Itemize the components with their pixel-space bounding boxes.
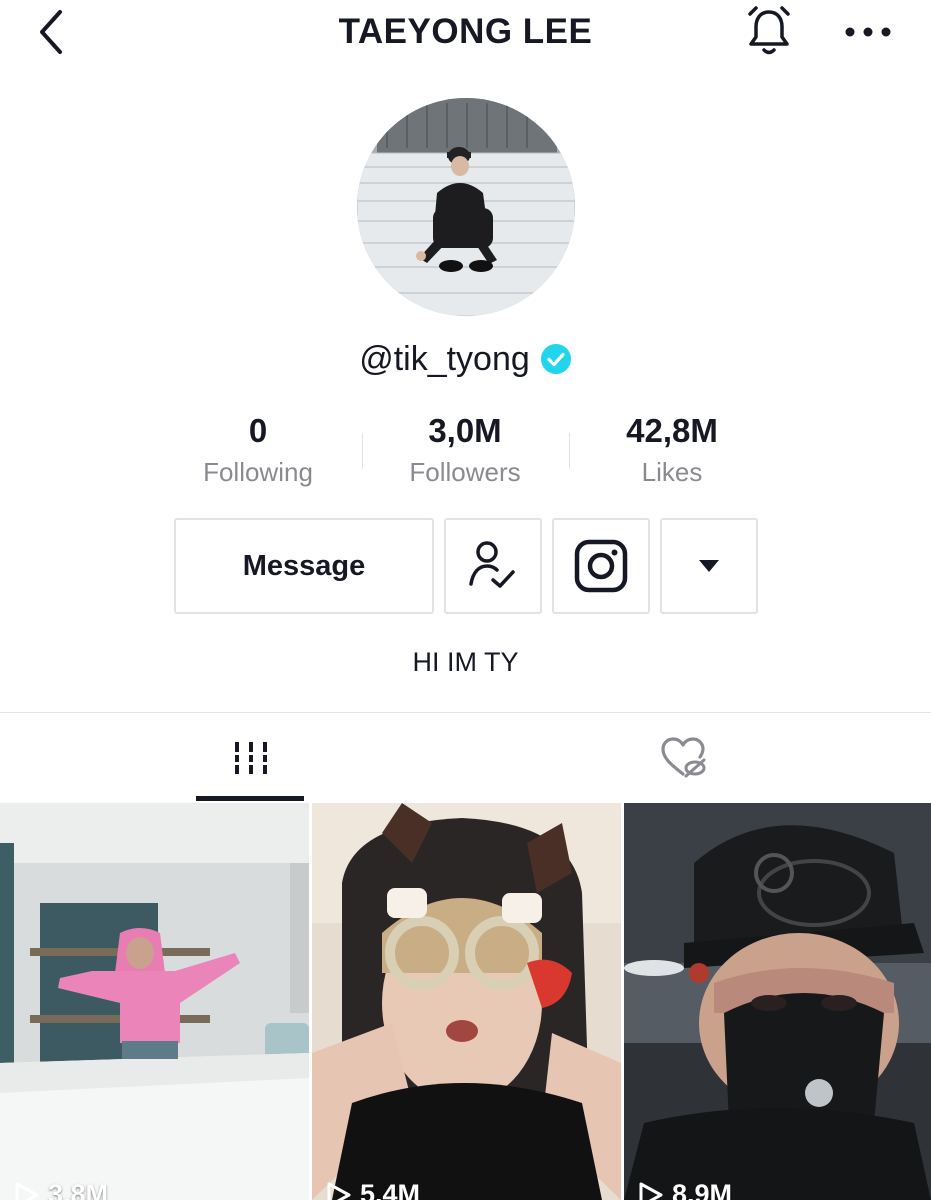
grid-lines-icon	[232, 742, 269, 774]
instagram-icon	[574, 539, 628, 593]
tabs-top-divider	[0, 712, 931, 713]
following-status-button[interactable]	[444, 518, 542, 614]
avatar[interactable]	[357, 98, 575, 316]
view-count: 5.4M	[326, 1179, 420, 1200]
message-button[interactable]: Message	[174, 518, 434, 614]
profile-handle: @tik_tyong	[359, 339, 530, 378]
stat-value: 42,8M	[626, 412, 718, 449]
stat-value: 3,0M	[428, 412, 502, 449]
video-thumbnail[interactable]: 3.8M	[0, 803, 309, 1200]
video-thumbnail[interactable]: 8.9M	[624, 803, 931, 1200]
profile-handle-row: @tik_tyong	[0, 334, 931, 384]
more-options-button[interactable]	[838, 12, 898, 52]
user-check-icon	[469, 541, 515, 588]
stat-likes[interactable]: 42,8M Likes	[572, 410, 772, 492]
bell-icon	[748, 6, 790, 55]
video-thumbnail[interactable]: 5.4M	[312, 803, 621, 1200]
notification-bell-button[interactable]	[740, 4, 798, 58]
view-count: 3.8M	[14, 1179, 108, 1200]
active-tab-indicator	[196, 796, 304, 801]
tab-videos[interactable]	[18, 714, 483, 802]
stat-value: 0	[248, 412, 268, 449]
more-actions-dropdown-button[interactable]	[660, 518, 758, 614]
tab-liked[interactable]	[450, 714, 915, 802]
instagram-button[interactable]	[552, 518, 650, 614]
play-icon	[15, 1182, 39, 1200]
view-count-label: 3.8M	[48, 1179, 109, 1200]
stat-following[interactable]: 0 Following	[158, 410, 358, 492]
message-button-label: Message	[242, 549, 366, 582]
stat-divider	[569, 433, 570, 469]
play-icon	[639, 1182, 663, 1200]
play-icon	[327, 1182, 351, 1200]
more-horizontal-icon	[845, 27, 891, 37]
stat-divider	[362, 433, 363, 469]
profile-bio: HI IM TY	[412, 647, 519, 677]
stat-label: Followers	[409, 457, 521, 487]
view-count-label: 5.4M	[360, 1179, 421, 1200]
view-count-label: 8.9M	[672, 1179, 733, 1200]
stat-label: Following	[203, 457, 313, 487]
view-count: 8.9M	[638, 1179, 732, 1200]
stat-followers[interactable]: 3,0M Followers	[365, 410, 565, 492]
heart-hidden-icon	[660, 737, 705, 778]
caret-down-icon	[699, 560, 719, 572]
verified-badge-icon	[540, 344, 571, 374]
stat-label: Likes	[641, 457, 703, 487]
